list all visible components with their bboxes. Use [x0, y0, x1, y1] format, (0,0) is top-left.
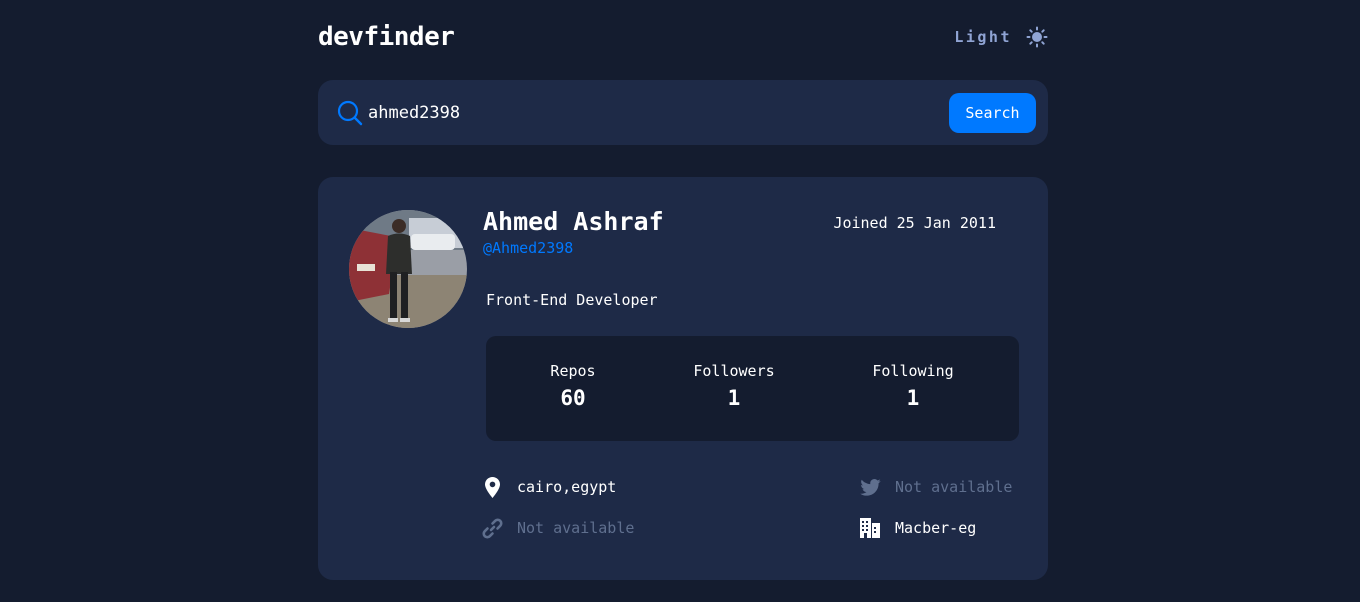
building-icon: [859, 517, 881, 539]
blog-text: Not available: [517, 519, 635, 537]
profile-name: Ahmed Ashraf: [483, 207, 664, 236]
twitter-item: Not available: [859, 476, 1012, 498]
blog-item: Not available: [481, 517, 634, 539]
stat-repos: Repos 60: [530, 362, 616, 410]
stats-panel: Repos 60 Followers 1 Following 1: [486, 336, 1019, 441]
stat-following-value: 1: [906, 386, 920, 410]
link-icon: [481, 517, 503, 539]
search-bar: Search: [318, 80, 1048, 145]
twitter-text: Not available: [895, 478, 1013, 496]
search-icon: [337, 100, 363, 126]
location-text: cairo,egypt: [517, 478, 617, 496]
stat-repos-label: Repos: [550, 362, 596, 380]
profile-login-link[interactable]: @Ahmed2398: [483, 239, 573, 257]
app-container: devfinder Light ahmed2398 Search Ahmed A…: [318, 0, 1048, 602]
header: devfinder Light: [318, 20, 1048, 54]
profile-card: Ahmed Ashraf @Ahmed2398 Joined 25 Jan 20…: [318, 177, 1048, 580]
company-text: Macber-eg: [895, 519, 977, 537]
profile-bio: Front-End Developer: [486, 291, 658, 309]
avatar-photo: [349, 210, 467, 328]
sun-icon[interactable]: [1026, 26, 1048, 48]
joined-date: Joined 25 Jan 2011: [833, 214, 996, 232]
app-logo: devfinder: [318, 22, 455, 52]
search-button[interactable]: Search: [949, 93, 1036, 133]
stat-followers: Followers 1: [686, 362, 782, 410]
theme-toggle-label[interactable]: Light: [954, 28, 1012, 46]
avatar: [349, 210, 467, 328]
search-input[interactable]: [368, 97, 928, 129]
location-item: cairo,egypt: [481, 476, 616, 498]
location-pin-icon: [481, 476, 503, 498]
stat-following: Following 1: [866, 362, 960, 410]
stat-following-label: Following: [872, 362, 954, 380]
company-item: Macber-eg: [859, 517, 976, 539]
twitter-icon: [859, 476, 881, 498]
stat-repos-value: 60: [560, 386, 586, 410]
stat-followers-value: 1: [727, 386, 741, 410]
stat-followers-label: Followers: [693, 362, 775, 380]
theme-toggle[interactable]: Light: [954, 24, 1048, 50]
